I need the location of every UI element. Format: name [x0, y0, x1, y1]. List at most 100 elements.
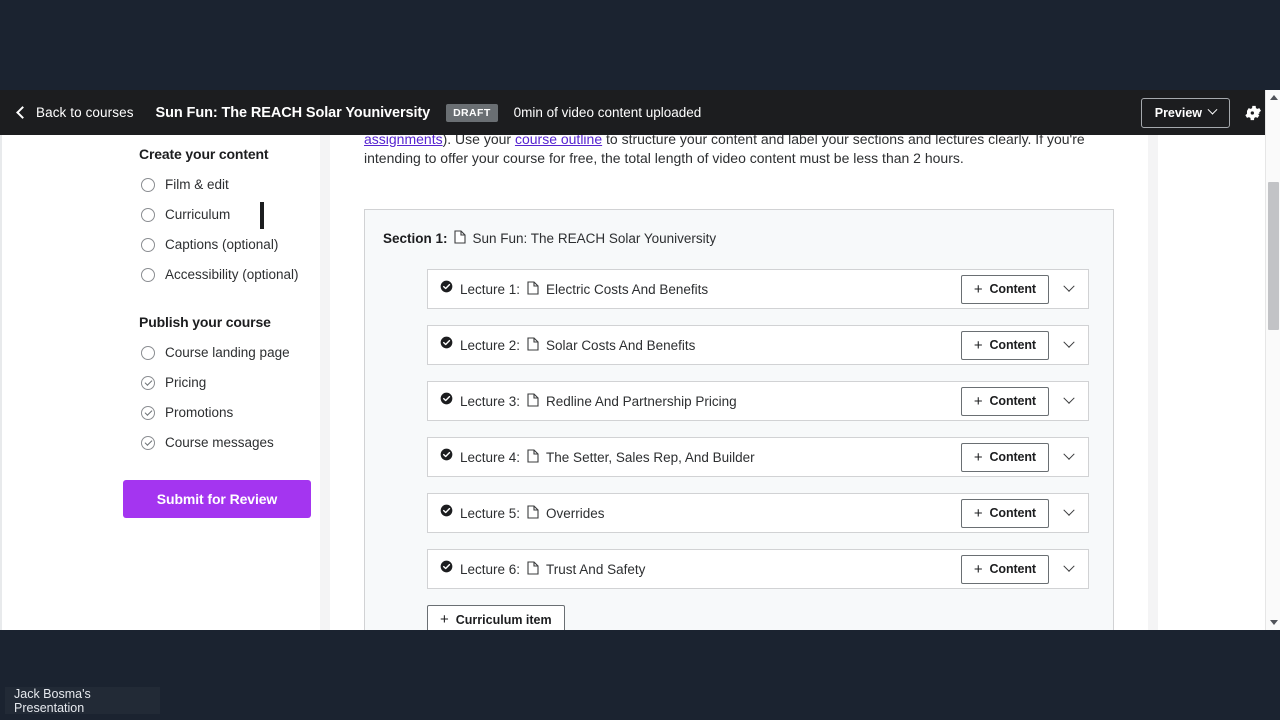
table-row[interactable]: Lecture 2: Solar Costs And Benefits + Co…	[427, 325, 1089, 365]
check-circle-icon	[141, 436, 155, 450]
table-row[interactable]: Lecture 1: Electric Costs And Benefits +…	[427, 269, 1089, 309]
course-title: Sun Fun: The REACH Solar Youniversity	[155, 104, 431, 121]
app-header-bar: Back to courses Sun Fun: The REACH Solar…	[0, 90, 1280, 135]
add-content-label: Content	[989, 450, 1036, 464]
add-content-label: Content	[989, 562, 1036, 576]
taskbar-window-chip[interactable]: Jack Bosma's Presentation	[5, 687, 160, 715]
lecture-title: Solar Costs And Benefits	[546, 337, 696, 353]
add-content-button[interactable]: + Content	[960, 498, 1049, 528]
submit-for-review-button[interactable]: Submit for Review	[123, 480, 311, 518]
lecture-text: Lecture 4: The Setter, Sales Rep, And Bu…	[460, 448, 755, 466]
table-row[interactable]: Lecture 5: Overrides + Content	[427, 493, 1089, 533]
gear-icon[interactable]	[1244, 103, 1264, 123]
table-row[interactable]: Lecture 4: The Setter, Sales Rep, And Bu…	[427, 437, 1089, 477]
sidebar-item-pricing[interactable]: Pricing	[141, 368, 320, 398]
add-content-button[interactable]: + Content	[960, 386, 1049, 416]
expand-lecture-toggle[interactable]	[1058, 334, 1080, 356]
sidebar-group-title: Publish your course	[139, 314, 271, 330]
sidebar-group-create-your-content: Create your content Film & edit Curricul…	[2, 146, 320, 290]
lecture-text: Lecture 6: Trust And Safety	[460, 560, 645, 578]
expand-lecture-toggle[interactable]	[1058, 446, 1080, 468]
expand-lecture-toggle[interactable]	[1058, 502, 1080, 524]
chevron-down-icon	[1063, 336, 1075, 348]
check-circle-icon	[440, 280, 453, 298]
add-content-button[interactable]: + Content	[960, 274, 1049, 304]
sidebar-item-promotions[interactable]: Promotions	[141, 398, 320, 428]
expand-lecture-toggle[interactable]	[1058, 390, 1080, 412]
desktop-top-area	[0, 0, 1280, 90]
table-row[interactable]: Lecture 6: Trust And Safety + Content	[427, 549, 1089, 589]
expand-lecture-toggle[interactable]	[1058, 278, 1080, 300]
preview-button[interactable]: Preview	[1140, 97, 1230, 128]
sidebar-item-course-landing-page[interactable]: Course landing page	[141, 338, 320, 368]
sidebar-item-accessibility[interactable]: Accessibility (optional)	[141, 260, 320, 290]
scroll-up-button[interactable]	[1266, 90, 1280, 105]
app-header-actions: Preview	[1140, 97, 1264, 128]
check-circle-icon	[440, 504, 453, 522]
screen: Back to courses Sun Fun: The REACH Solar…	[0, 0, 1280, 720]
section-header[interactable]: Section 1: Sun Fun: The REACH Solar Youn…	[383, 230, 1095, 247]
table-row[interactable]: Lecture 3: Redline And Partnership Prici…	[427, 381, 1089, 421]
lecture-label: Lecture 6:	[460, 561, 521, 577]
lecture-text: Lecture 5: Overrides	[460, 504, 605, 522]
vertical-scrollbar[interactable]	[1265, 90, 1280, 630]
sidebar-main-gap	[320, 90, 330, 630]
document-icon	[527, 560, 539, 578]
check-circle-icon	[141, 376, 155, 390]
triangle-up-icon	[1269, 95, 1278, 100]
lecture-label: Lecture 1:	[460, 281, 521, 297]
add-curriculum-item-label: Curriculum item	[455, 612, 552, 627]
page-right-whitespace	[1158, 90, 1265, 630]
sidebar-item-captions[interactable]: Captions (optional)	[141, 230, 320, 260]
scroll-down-button[interactable]	[1266, 615, 1280, 630]
radio-empty-icon	[141, 268, 155, 282]
section-card: Section 1: Sun Fun: The REACH Solar Youn…	[364, 209, 1114, 630]
add-content-button[interactable]: + Content	[960, 554, 1049, 584]
plus-icon: +	[973, 280, 983, 298]
chevron-down-icon	[1063, 280, 1075, 292]
main-right-gap	[1148, 90, 1158, 630]
sidebar-item-label: Captions (optional)	[165, 237, 279, 253]
radio-empty-icon	[141, 178, 155, 192]
sidebar-item-label: Curriculum	[165, 207, 231, 223]
add-curriculum-item-button[interactable]: + Curriculum item	[427, 605, 565, 630]
lecture-title: Redline And Partnership Pricing	[546, 393, 737, 409]
chevron-left-icon	[16, 106, 29, 119]
document-icon	[453, 230, 466, 247]
sidebar-group-title: Create your content	[139, 146, 269, 162]
sidebar-item-label: Course messages	[165, 435, 274, 451]
check-circle-icon	[440, 560, 453, 578]
check-circle-icon	[440, 392, 453, 410]
plus-icon: +	[440, 611, 449, 628]
lecture-actions: + Content	[960, 442, 1080, 472]
active-step-indicator	[260, 201, 264, 229]
add-content-button[interactable]: + Content	[960, 442, 1049, 472]
lecture-title: The Setter, Sales Rep, And Builder	[546, 449, 755, 465]
browser-page: Setup & test video Create your content F…	[0, 90, 1280, 630]
sidebar-item-film-edit[interactable]: Film & edit	[141, 170, 320, 200]
back-to-courses-link[interactable]: Back to courses	[16, 105, 134, 120]
expand-lecture-toggle[interactable]	[1058, 558, 1080, 580]
lecture-label: Lecture 3:	[460, 393, 521, 409]
lecture-text: Lecture 2: Solar Costs And Benefits	[460, 336, 696, 354]
curriculum-intro-paragraph: assignments). Use your course outline to…	[364, 130, 1114, 168]
document-icon	[527, 504, 539, 522]
document-icon	[527, 392, 539, 410]
add-content-label: Content	[989, 338, 1036, 352]
check-circle-icon	[440, 448, 453, 466]
sidebar-item-course-messages[interactable]: Course messages	[141, 428, 320, 458]
lecture-text: Lecture 1: Electric Costs And Benefits	[460, 280, 708, 298]
sidebar-group-publish-your-course: Publish your course Course landing page …	[2, 314, 320, 518]
sidebar-item-label: Pricing	[165, 375, 207, 391]
sidebar-item-label: Film & edit	[165, 177, 229, 193]
add-content-button[interactable]: + Content	[960, 330, 1049, 360]
desktop-bottom-area	[0, 630, 1280, 720]
scrollbar-thumb[interactable]	[1268, 182, 1279, 330]
sidebar-item-curriculum[interactable]: Curriculum	[141, 200, 320, 230]
plus-icon: +	[973, 392, 983, 410]
plus-icon: +	[973, 504, 983, 522]
lecture-label: Lecture 2:	[460, 337, 521, 353]
chevron-down-icon	[1063, 504, 1075, 516]
preview-button-label: Preview	[1154, 105, 1202, 120]
lecture-actions: + Content	[960, 274, 1080, 304]
